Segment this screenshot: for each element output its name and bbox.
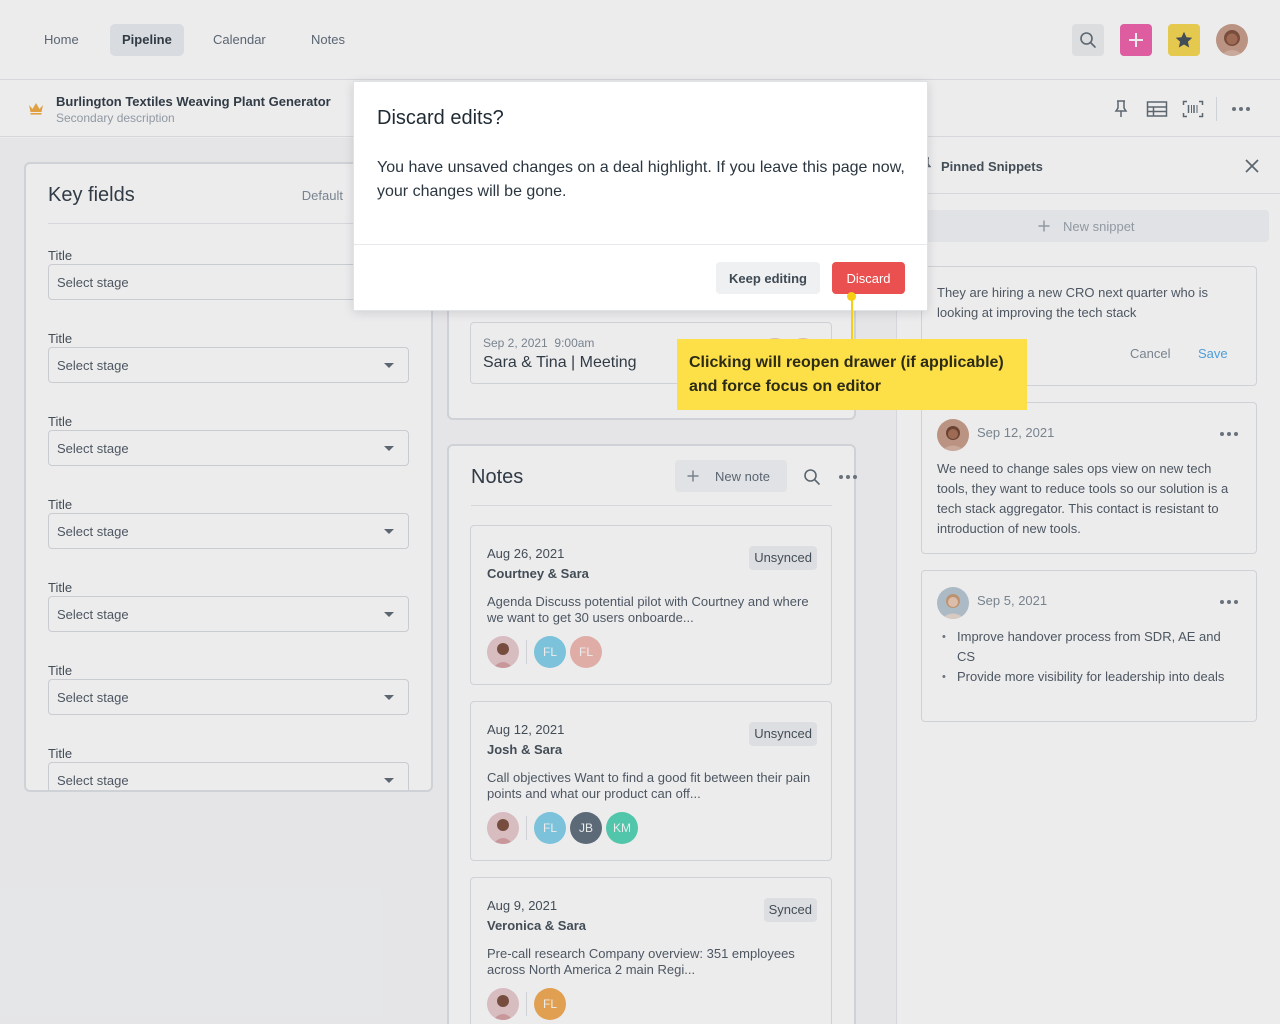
- discard-edits-dialog: Discard edits? You have unsaved changes …: [353, 81, 928, 311]
- annotation-callout: Clicking will reopen drawer (if applicab…: [677, 339, 1027, 410]
- keep-editing-button[interactable]: Keep editing: [716, 262, 820, 294]
- dialog-message: You have unsaved changes on a deal highl…: [377, 159, 905, 200]
- discard-button[interactable]: Discard: [832, 262, 905, 294]
- divider: [354, 244, 927, 245]
- callout-line: [851, 296, 853, 340]
- dialog-title: Discard edits?: [377, 107, 504, 129]
